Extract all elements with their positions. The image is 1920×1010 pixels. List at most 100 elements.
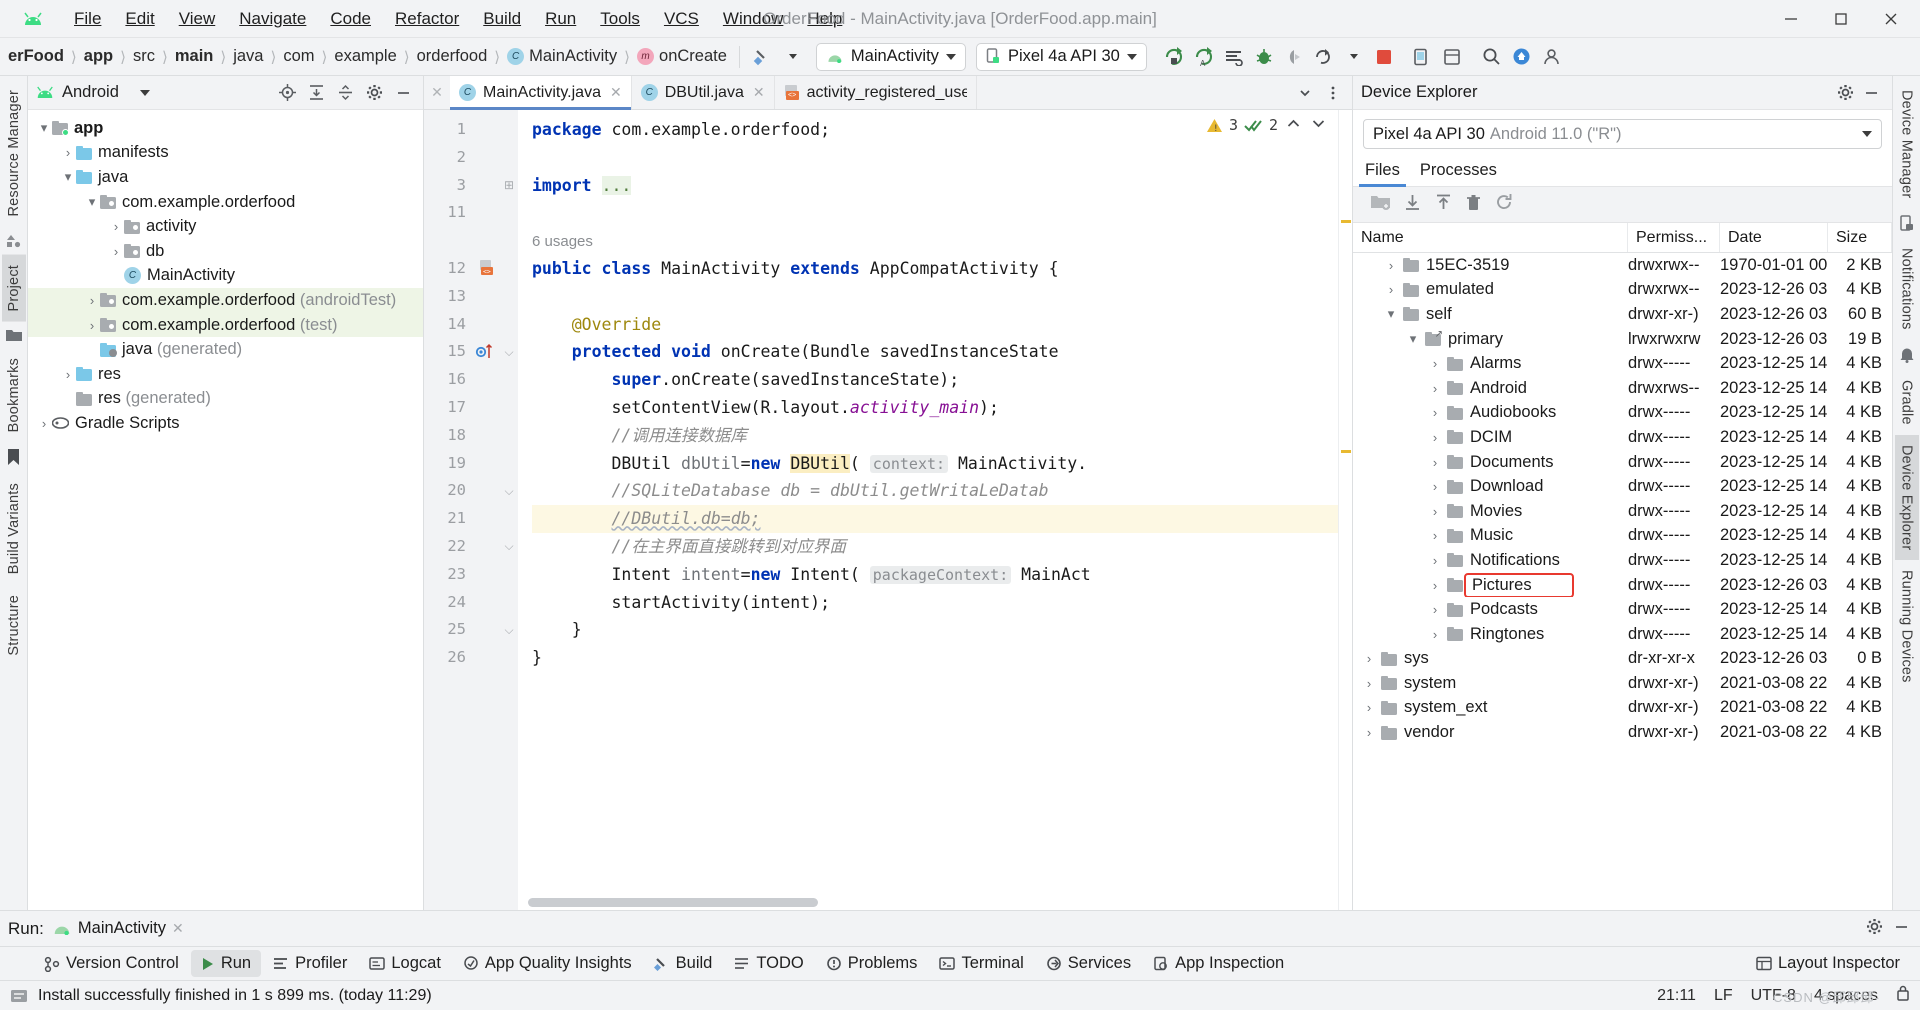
fold-toggle-22[interactable]: ⌵ <box>500 533 518 561</box>
layout-inspector-icon[interactable] <box>1437 42 1467 72</box>
delete-icon[interactable] <box>1466 194 1481 216</box>
run-tab-mainactivity[interactable]: MainActivity ✕ <box>52 919 184 938</box>
close-icon[interactable]: ✕ <box>424 76 450 109</box>
code-usages-hint[interactable]: 6 usages <box>532 227 1338 255</box>
stop-icon[interactable] <box>1369 42 1399 72</box>
chevron-right-icon[interactable]: › <box>1427 627 1443 642</box>
chevron-right-icon[interactable]: › <box>1361 700 1377 715</box>
breadcrumb-mainactivity[interactable]: C MainActivity <box>503 47 621 66</box>
chevron-down-icon[interactable]: ▾ <box>1405 331 1421 347</box>
chevron-right-icon[interactable]: › <box>1427 405 1443 420</box>
device-file-row[interactable]: › Ringtones drwx----- 2023-12-25 14 4 KB <box>1353 622 1892 647</box>
chevron-right-icon[interactable]: › <box>1427 528 1443 543</box>
fold-toggle-20[interactable]: ⌵ <box>500 477 518 505</box>
tab-files[interactable]: Files <box>1359 157 1406 187</box>
bottom-tab-layout-inspector[interactable]: Layout Inspector <box>1746 950 1910 977</box>
breadcrumb-oncreate[interactable]: m onCreate <box>633 47 731 66</box>
chevron-right-icon[interactable]: › <box>1427 578 1443 593</box>
chevron-right-icon[interactable]: › <box>1427 553 1443 568</box>
rail-tab-running-devices[interactable]: Running Devices <box>1895 560 1919 693</box>
prev-problem-icon[interactable] <box>1284 116 1303 134</box>
device-file-row[interactable]: › Android drwxrws-- 2023-12-25 14 4 KB <box>1353 376 1892 401</box>
chevron-down-icon[interactable] <box>139 89 150 96</box>
chevron-right-icon[interactable]: › <box>1427 455 1443 470</box>
menu-window[interactable]: Window <box>711 6 795 32</box>
device-file-tree[interactable]: › 15EC-3519 drwxrwx-- 1970-01-01 00 2 KB › emu… <box>1353 253 1892 910</box>
tree-node-java-generated[interactable]: › java (generated) <box>28 337 423 362</box>
device-file-row[interactable]: › sys dr-xr-xr-x 2023-12-26 03 0 B <box>1353 647 1892 672</box>
chevron-right-icon[interactable]: › <box>1427 381 1443 396</box>
column-header-permissions[interactable]: Permiss... <box>1628 223 1720 252</box>
device-file-row[interactable]: › Audiobooks drwx----- 2023-12-25 14 4 KB <box>1353 401 1892 426</box>
fold-gutter[interactable]: ⊞ ⌵ ⌵ ⌵ ⌵ <box>500 110 518 910</box>
menu-code[interactable]: Code <box>318 6 383 32</box>
upload-icon[interactable] <box>1435 194 1452 216</box>
menu-build[interactable]: Build <box>471 6 533 32</box>
breadcrumb-orderfood[interactable]: orderfood <box>413 47 492 66</box>
tree-node-activity[interactable]: › activity <box>28 214 423 239</box>
device-file-row[interactable]: › Documents drwx----- 2023-12-25 14 4 KB <box>1353 450 1892 475</box>
menu-file[interactable]: File <box>62 6 113 32</box>
menu-vcs[interactable]: VCS <box>652 6 711 32</box>
settings-icon[interactable] <box>1866 918 1883 940</box>
chevron-down-icon[interactable] <box>1339 42 1369 72</box>
run-configuration-selector[interactable]: MainActivity <box>815 42 966 71</box>
device-file-row[interactable]: › Alarms drwx----- 2023-12-25 14 4 KB <box>1353 351 1892 376</box>
tree-node-package-orderfood[interactable]: ▾ com.example.orderfood <box>28 190 423 215</box>
breadcrumb-example[interactable]: example <box>330 47 400 66</box>
rail-tab-bookmarks[interactable]: Bookmarks <box>2 348 26 442</box>
code-text[interactable]: ! 3 2 package com.example.orderfood; imp… <box>518 110 1338 910</box>
horizontal-scrollbar[interactable] <box>528 898 818 907</box>
device-file-row[interactable]: › emulated drwxrwx-- 2023-12-26 03 4 KB <box>1353 278 1892 303</box>
chevron-right-icon[interactable]: › <box>1361 725 1377 740</box>
collapse-all-icon[interactable] <box>332 80 358 106</box>
device-file-row[interactable]: › Podcasts drwx----- 2023-12-25 14 4 KB <box>1353 597 1892 622</box>
run-with-coverage-icon[interactable]: A <box>1189 42 1219 72</box>
rail-tab-structure[interactable]: Structure <box>2 585 26 666</box>
rail-tab-device-explorer[interactable]: Device Explorer <box>1894 434 1919 561</box>
profiler-icon[interactable] <box>1219 42 1249 72</box>
rail-tab-resource-manager[interactable]: Resource Manager <box>2 80 26 227</box>
settings-icon[interactable] <box>361 80 387 106</box>
menu-navigate[interactable]: Navigate <box>227 6 318 32</box>
tree-node-java[interactable]: ▾ java <box>28 165 423 190</box>
editor-tab-dbutil[interactable]: C DBUtil.java ✕ <box>632 76 775 109</box>
chevron-down-icon[interactable]: ▾ <box>60 169 76 185</box>
bottom-tab-problems[interactable]: Problems <box>816 950 928 977</box>
bottom-tab-services[interactable]: Services <box>1036 950 1141 977</box>
resource-shapes-icon[interactable] <box>6 227 22 255</box>
breadcrumb-com[interactable]: com <box>279 47 318 66</box>
minimize-icon[interactable] <box>1766 0 1816 38</box>
chevron-down-icon[interactable] <box>778 42 808 72</box>
maximize-icon[interactable] <box>1816 0 1866 38</box>
debug-icon[interactable] <box>1249 42 1279 72</box>
chevron-right-icon[interactable]: › <box>60 145 76 160</box>
breadcrumb-main[interactable]: main <box>171 47 218 66</box>
chevron-down-icon[interactable]: ▾ <box>1383 306 1399 322</box>
stripe-marker-warning[interactable] <box>1341 220 1351 223</box>
chevron-right-icon[interactable]: › <box>1361 676 1377 691</box>
hide-icon[interactable] <box>390 80 416 106</box>
device-manager-icon[interactable] <box>1899 208 1914 238</box>
settings-icon[interactable] <box>1832 80 1858 106</box>
chevron-right-icon[interactable]: › <box>1427 479 1443 494</box>
chevron-down-icon[interactable] <box>1292 80 1318 106</box>
device-file-row[interactable]: › system drwxr-xr-) 2021-03-08 22 4 KB <box>1353 671 1892 696</box>
rail-tab-device-manager[interactable]: Device Manager <box>1895 80 1919 208</box>
menu-tools[interactable]: Tools <box>588 6 652 32</box>
chevron-right-icon[interactable]: › <box>1427 602 1443 617</box>
line-separator[interactable]: LF <box>1714 987 1733 1005</box>
device-file-row[interactable]: › Movies drwx----- 2023-12-25 14 4 KB <box>1353 499 1892 524</box>
breadcrumb-java[interactable]: java <box>229 47 267 66</box>
rail-tab-gradle[interactable]: Gradle <box>1895 370 1919 435</box>
breadcrumb-src[interactable]: src <box>129 47 159 66</box>
run-icon[interactable] <box>1159 42 1189 72</box>
update-icon[interactable] <box>1507 42 1537 72</box>
menu-help[interactable]: Help <box>795 6 854 32</box>
device-file-row[interactable]: › DCIM drwx----- 2023-12-25 14 4 KB <box>1353 425 1892 450</box>
menu-edit[interactable]: Edit <box>113 6 166 32</box>
breadcrumb-app[interactable]: app <box>80 47 117 66</box>
bottom-tab-profiler[interactable]: Profiler <box>263 950 357 977</box>
bottom-tab-logcat[interactable]: Logcat <box>359 950 451 977</box>
device-file-row[interactable]: ▾ ↗ primary lrwxrwxrw 2023-12-26 03 19 B <box>1353 327 1892 352</box>
